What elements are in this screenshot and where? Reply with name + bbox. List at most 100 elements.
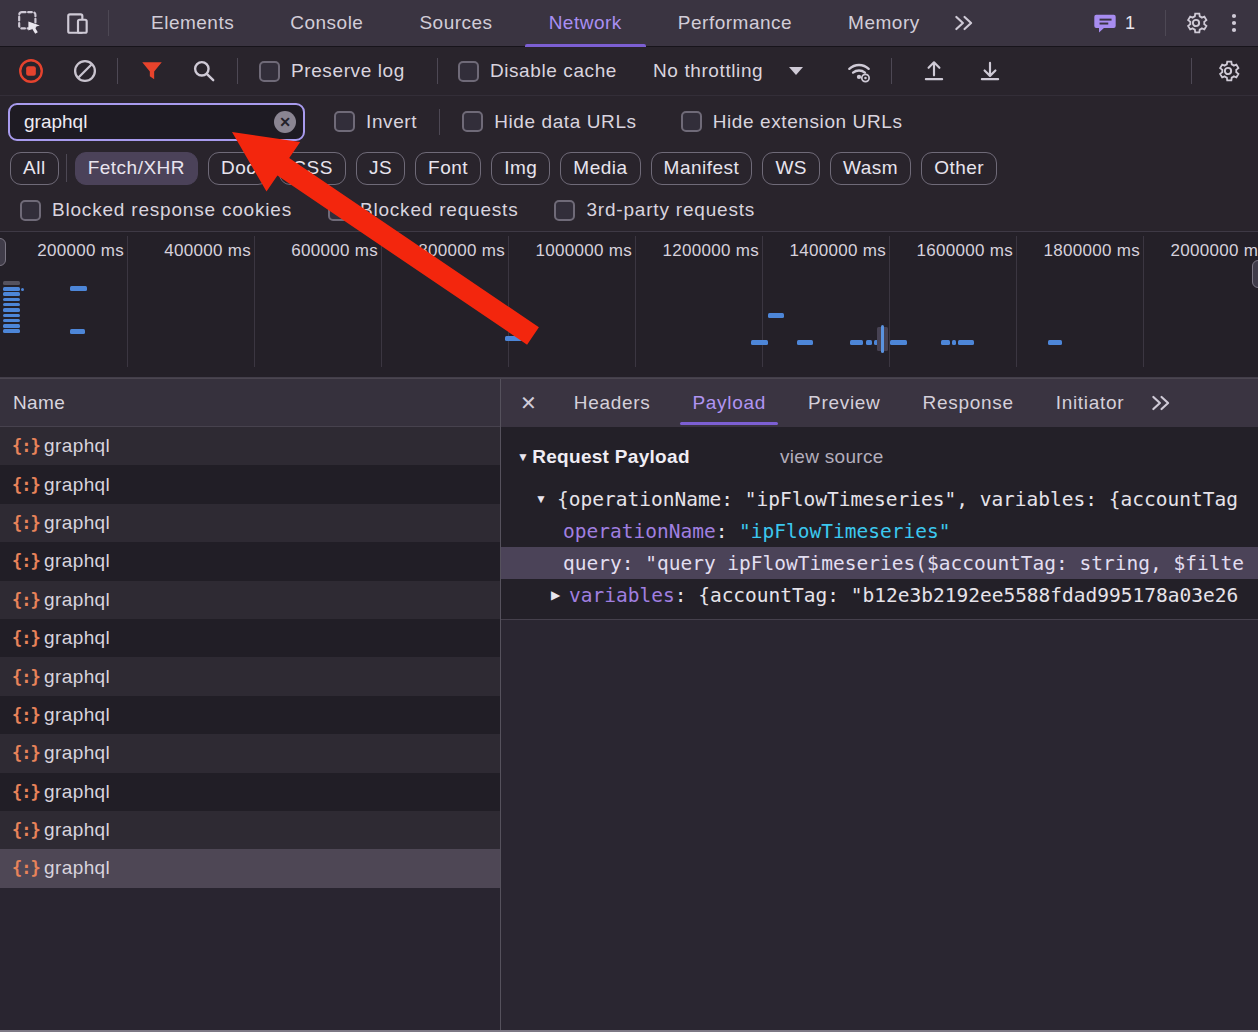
request-row[interactable]: {:}graphql xyxy=(0,696,500,734)
inspect-element-icon[interactable] xyxy=(14,7,46,39)
request-row[interactable]: {:}graphql xyxy=(0,542,500,580)
payload-tree-row[interactable]: operationName: "ipFlowTimeseries" xyxy=(501,515,1258,547)
chip-fetchxhr[interactable]: Fetch/XHR xyxy=(75,152,198,185)
network-settings-gear-icon[interactable] xyxy=(1212,55,1244,87)
fetch-xhr-icon: {:} xyxy=(12,820,44,840)
tab-memory[interactable]: Memory xyxy=(820,0,948,47)
view-source-link[interactable]: view source xyxy=(780,446,884,468)
tab-sources[interactable]: Sources xyxy=(391,0,520,47)
blocked-response-cookies-checkbox[interactable]: Blocked response cookies xyxy=(20,199,292,221)
name-column-header[interactable]: Name xyxy=(0,379,500,427)
checkbox-box[interactable] xyxy=(328,200,349,221)
checkbox-box[interactable] xyxy=(458,61,479,82)
chip-media[interactable]: Media xyxy=(560,152,640,185)
three-dot-menu-icon[interactable] xyxy=(1218,7,1250,39)
divider xyxy=(1191,58,1192,84)
checkbox-box[interactable] xyxy=(334,111,355,132)
import-har-icon[interactable] xyxy=(918,55,950,87)
search-icon[interactable] xyxy=(188,55,220,87)
filter-input[interactable]: graphql ✕ xyxy=(8,103,305,141)
payload-tree-row[interactable]: query: "query ipFlowTimeseries($accountT… xyxy=(501,547,1258,579)
preserve-log-checkbox[interactable]: Preserve log xyxy=(259,60,405,82)
timeline-request-bar xyxy=(3,319,20,323)
checkbox-box[interactable] xyxy=(462,111,483,132)
request-payload-title[interactable]: ▼Request Payload xyxy=(517,446,690,468)
request-row[interactable]: {:}graphql xyxy=(0,657,500,695)
network-toolbar: Preserve log Disable cache No throttling xyxy=(0,47,1258,96)
chip-wasm[interactable]: Wasm xyxy=(830,152,911,185)
hide-extension-urls-checkbox[interactable]: Hide extension URLs xyxy=(681,111,903,133)
settings-gear-icon[interactable] xyxy=(1180,7,1212,39)
request-name: graphql xyxy=(44,819,110,841)
chip-other[interactable]: Other xyxy=(921,152,997,185)
more-detail-tabs-icon[interactable] xyxy=(1145,387,1177,419)
issues-indicator[interactable]: 1 xyxy=(1093,12,1135,34)
checkbox-box[interactable] xyxy=(20,200,41,221)
throttling-select[interactable]: No throttling xyxy=(653,60,803,82)
detail-tab-preview[interactable]: Preview xyxy=(787,379,901,427)
divider xyxy=(237,58,238,84)
chip-font[interactable]: Font xyxy=(415,152,481,185)
request-row[interactable]: {:}graphql xyxy=(0,849,500,887)
request-row[interactable]: {:}graphql xyxy=(0,427,500,465)
chip-ws[interactable]: WS xyxy=(762,152,820,185)
request-row[interactable]: {:}graphql xyxy=(0,734,500,772)
collapsed-triangle-icon[interactable]: ▶ xyxy=(551,588,569,602)
fetch-xhr-icon: {:} xyxy=(12,551,44,571)
clear-network-log-icon[interactable] xyxy=(69,55,101,87)
detail-tab-payload[interactable]: Payload xyxy=(671,379,787,427)
chip-js[interactable]: JS xyxy=(356,152,405,185)
request-row[interactable]: {:}graphql xyxy=(0,465,500,503)
request-type-chips: All Fetch/XHR Doc CSS JS Font Img Media Manifest… xyxy=(0,147,1258,189)
hide-data-urls-checkbox[interactable]: Hide data URLs xyxy=(462,111,637,133)
chip-manifest[interactable]: Manifest xyxy=(651,152,753,185)
chip-img[interactable]: Img xyxy=(491,152,550,185)
timeline-tick-label: 1000000 ms xyxy=(535,241,632,261)
timeline-request-bar xyxy=(850,340,863,345)
request-row[interactable]: {:}graphql xyxy=(0,581,500,619)
request-row[interactable]: {:}graphql xyxy=(0,504,500,542)
timeline-request-bar xyxy=(1048,340,1062,345)
tab-performance[interactable]: Performance xyxy=(650,0,820,47)
overview-left-grip[interactable] xyxy=(0,238,6,266)
overview-right-grip[interactable] xyxy=(1252,260,1258,288)
close-details-icon[interactable]: ✕ xyxy=(520,391,537,415)
blocked-requests-checkbox[interactable]: Blocked requests xyxy=(328,199,519,221)
payload-tree-row[interactable]: ▼{operationName: "ipFlowTimeseries", var… xyxy=(501,483,1258,515)
request-row[interactable]: {:}graphql xyxy=(0,773,500,811)
checkbox-box[interactable] xyxy=(681,111,702,132)
device-toolbar-icon[interactable] xyxy=(62,7,94,39)
request-name: graphql xyxy=(44,512,110,534)
detail-tab-response[interactable]: Response xyxy=(902,379,1035,427)
invert-checkbox[interactable]: Invert xyxy=(334,111,417,133)
checkbox-box[interactable] xyxy=(259,61,280,82)
record-network-log-icon[interactable] xyxy=(15,55,47,87)
chip-all[interactable]: All xyxy=(10,152,59,185)
network-conditions-icon[interactable] xyxy=(843,55,875,87)
more-tabs-icon[interactable] xyxy=(948,7,980,39)
timeline-request-bar xyxy=(866,340,872,345)
tab-network[interactable]: Network xyxy=(521,0,650,47)
network-overview-timeline[interactable]: 200000 ms400000 ms600000 ms800000 ms1000… xyxy=(0,232,1258,378)
request-row[interactable]: {:}graphql xyxy=(0,811,500,849)
detail-tabbar: ✕ HeadersPayloadPreviewResponseInitiator xyxy=(501,379,1258,427)
clear-filter-icon[interactable]: ✕ xyxy=(274,111,296,133)
request-row[interactable]: {:}graphql xyxy=(0,619,500,657)
payload-tree-row[interactable]: ▶variables: {accountTag: "b12e3b2192ee55… xyxy=(501,579,1258,611)
timeline-request-bar xyxy=(70,286,87,291)
filter-icon[interactable] xyxy=(136,55,168,87)
timeline-request-bar xyxy=(3,329,20,333)
timeline-gridline xyxy=(127,236,128,367)
detail-tab-initiator[interactable]: Initiator xyxy=(1035,379,1146,427)
tab-elements[interactable]: Elements xyxy=(123,0,262,47)
export-har-icon[interactable] xyxy=(974,55,1006,87)
expanded-triangle-icon[interactable]: ▼ xyxy=(535,492,557,506)
tab-console[interactable]: Console xyxy=(262,0,391,47)
disable-cache-checkbox[interactable]: Disable cache xyxy=(458,60,617,82)
detail-tab-headers[interactable]: Headers xyxy=(553,379,672,427)
chip-doc[interactable]: Doc xyxy=(208,152,269,185)
third-party-requests-checkbox[interactable]: 3rd-party requests xyxy=(554,199,755,221)
timeline-tick-label: 1600000 ms xyxy=(916,241,1013,261)
chip-css[interactable]: CSS xyxy=(279,152,346,185)
checkbox-box[interactable] xyxy=(554,200,575,221)
